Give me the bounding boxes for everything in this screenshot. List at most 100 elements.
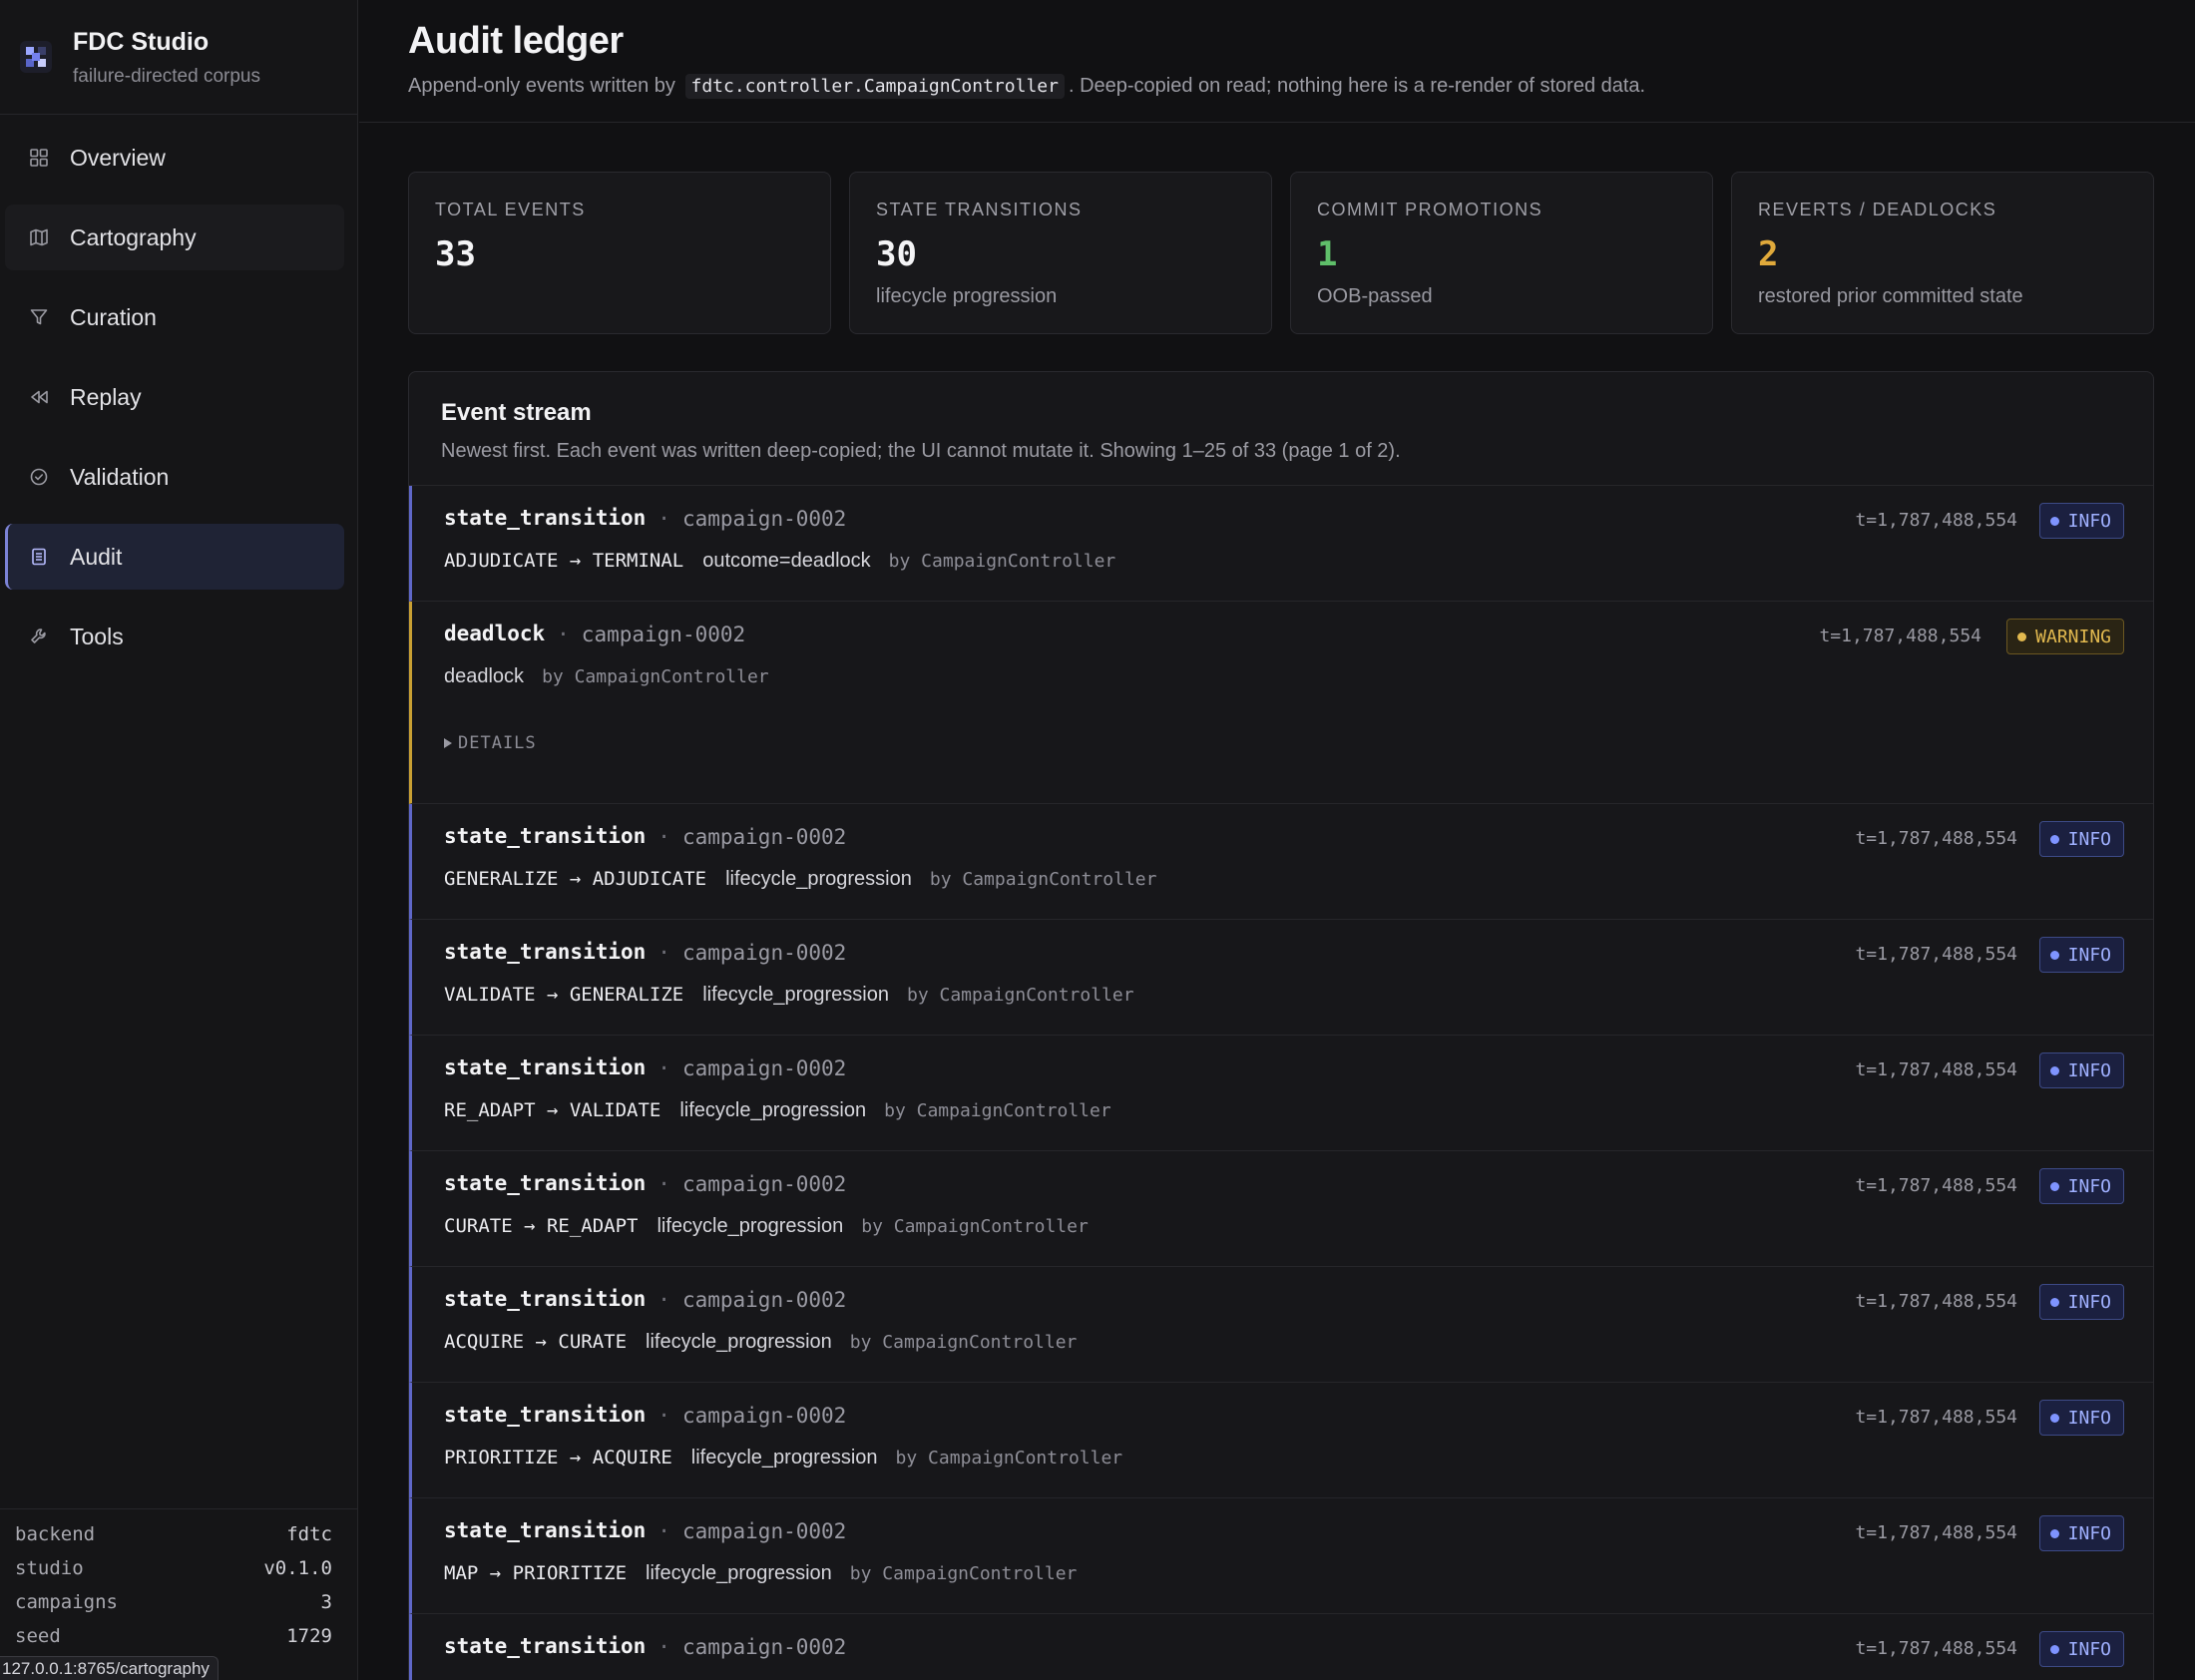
sidebar-item-label: Cartography — [70, 223, 197, 250]
event-campaign[interactable]: · campaign-0002 — [646, 825, 846, 849]
app-logo-icon — [20, 41, 52, 73]
level-badge: INFO — [2038, 821, 2124, 857]
event-actor: by CampaignController — [542, 666, 769, 687]
event-row[interactable]: state_transition · campaign-0002 t=1,787,48… — [409, 1151, 2153, 1267]
event-timestamp: t=1,787,488,554 — [1855, 1059, 2017, 1080]
level-label: INFO — [2067, 1638, 2111, 1660]
level-badge: INFO — [2038, 937, 2124, 973]
campaign-id: campaign-0002 — [681, 1519, 847, 1543]
event-timestamp: t=1,787,488,554 — [1855, 1407, 2017, 1428]
campaign-id: campaign-0002 — [681, 1056, 847, 1080]
wrench-icon — [28, 626, 50, 647]
stat-caption: lifecycle progression — [876, 285, 1058, 307]
sidebar-item-curation[interactable]: Curation — [5, 284, 344, 350]
event-actor: by CampaignController — [884, 1100, 1111, 1121]
event-type: state_transition — [444, 1403, 647, 1427]
event-row[interactable]: state_transition · campaign-0002 t=1,787,48… — [409, 804, 2153, 920]
event-row[interactable]: state_transition · campaign-0002 t=1,787,48… — [409, 486, 2153, 602]
sidebar-item-tools[interactable]: Tools — [5, 604, 344, 669]
event-reason: lifecycle_progression — [646, 1562, 832, 1584]
event-campaign[interactable]: · campaign-0002 — [646, 1056, 846, 1080]
event-detail-line: ACQUIRE → CURATE lifecycle_progression by … — [444, 1331, 1077, 1354]
event-actor: by CampaignController — [861, 1216, 1089, 1237]
level-label: INFO — [2067, 1059, 2111, 1081]
event-actor: by CampaignController — [929, 869, 1157, 890]
event-campaign[interactable]: · campaign-0002 — [646, 1635, 846, 1659]
event-campaign[interactable]: · campaign-0002 — [646, 1404, 846, 1428]
level-badge: INFO — [2038, 1400, 2124, 1436]
event-transition: PRIORITIZE → ACQUIRE — [444, 1447, 672, 1469]
event-row[interactable]: state_transition · campaign-0002 t=1,787,48… — [409, 1614, 2153, 1680]
footer-key: seed — [15, 1625, 61, 1647]
sidebar-item-label: Audit — [70, 543, 123, 570]
event-row[interactable]: state_transition · campaign-0002 t=1,787,48… — [409, 920, 2153, 1036]
event-stream-header: Event stream Newest first. Each event wa… — [409, 372, 2153, 486]
details-toggle[interactable]: DETAILS — [444, 733, 537, 753]
event-type: state_transition — [444, 1055, 647, 1079]
grid-icon — [28, 147, 50, 169]
event-actor: by CampaignController — [888, 551, 1116, 572]
event-row[interactable]: state_transition · campaign-0002 t=1,787,48… — [409, 1498, 2153, 1614]
event-reason: lifecycle_progression — [702, 984, 889, 1006]
sidebar-item-label: Replay — [70, 383, 142, 410]
campaign-id: campaign-0002 — [681, 1635, 847, 1659]
event-row[interactable]: state_transition · campaign-0002 t=1,787,48… — [409, 1036, 2153, 1151]
event-campaign[interactable]: · campaign-0002 — [545, 623, 745, 646]
event-campaign[interactable]: · campaign-0002 — [646, 941, 846, 965]
event-reason: lifecycle_progression — [657, 1215, 844, 1237]
campaign-id: campaign-0002 — [681, 1172, 847, 1196]
level-label: INFO — [2067, 828, 2111, 850]
page-header: Audit ledger Append-only events written … — [359, 0, 2195, 123]
sidebar-item-label: Curation — [70, 303, 157, 330]
campaign-id: campaign-0002 — [681, 1404, 847, 1428]
status-dot-icon — [2049, 1413, 2059, 1423]
status-dot-icon — [2049, 1644, 2059, 1654]
stat-label: REVERTS / DEADLOCKS — [1758, 200, 1997, 219]
event-reason: lifecycle_progression — [646, 1331, 832, 1353]
event-stream-description: Newest first. Each event was written dee… — [441, 440, 1401, 462]
event-actor: by CampaignController — [849, 1563, 1078, 1584]
event-campaign[interactable]: · campaign-0002 — [646, 1172, 846, 1196]
event-transition: RE_ADAPT → VALIDATE — [444, 1099, 661, 1121]
event-campaign[interactable]: · campaign-0002 — [646, 507, 846, 531]
event-detail-line: GENERALIZE → ADJUDICATE lifecycle_progres… — [444, 868, 1156, 891]
event-transition: MAP → PRIORITIZE — [444, 1562, 628, 1584]
stat-value: 1 — [1317, 234, 1338, 274]
caret-right-icon — [444, 738, 452, 748]
sidebar-item-validation[interactable]: Validation — [5, 444, 344, 510]
event-campaign[interactable]: · campaign-0002 — [646, 1519, 846, 1543]
rewind-icon — [28, 386, 50, 408]
stat-label: COMMIT PROMOTIONS — [1317, 200, 1543, 219]
event-timestamp: t=1,787,488,554 — [1855, 1522, 2017, 1543]
event-actor: by CampaignController — [849, 1332, 1078, 1353]
sidebar-footer: backend fdtc studio v0.1.0 campaigns 3 seed 172… — [0, 1508, 358, 1680]
event-row[interactable]: state_transition · campaign-0002 t=1,787,48… — [409, 1267, 2153, 1383]
event-campaign[interactable]: · campaign-0002 — [646, 1288, 846, 1312]
brand: FDC Studio failure-directed corpus — [0, 0, 357, 115]
event-detail-line: ADJUDICATE → TERMINAL outcome=deadlock by … — [444, 550, 1115, 573]
event-transition: CURATE → RE_ADAPT — [444, 1215, 639, 1237]
stat-value: 30 — [876, 234, 917, 274]
campaign-id: campaign-0002 — [681, 825, 847, 849]
event-timestamp: t=1,787,488,554 — [1855, 944, 2017, 965]
level-label: INFO — [2067, 944, 2111, 966]
stat-label: TOTAL EVENTS — [435, 200, 586, 219]
sidebar-item-audit[interactable]: Audit — [5, 524, 344, 590]
event-stream-title: Event stream — [441, 399, 592, 426]
status-dot-icon — [2049, 950, 2059, 960]
sidebar-item-replay[interactable]: Replay — [5, 364, 344, 430]
sidebar-item-overview[interactable]: Overview — [5, 125, 344, 191]
status-dot-icon — [2049, 1528, 2059, 1538]
campaign-id: campaign-0002 — [681, 1288, 847, 1312]
event-row[interactable]: deadlock · campaign-0002 t=1,787,488,554 WAR… — [409, 602, 2153, 804]
event-row[interactable]: state_transition · campaign-0002 t=1,787,48… — [409, 1383, 2153, 1498]
page-description: Append-only events written by fdtc.contr… — [408, 74, 1645, 99]
page-title: Audit ledger — [408, 20, 624, 62]
event-detail-line: RE_ADAPT → VALIDATE lifecycle_progression… — [444, 1099, 1111, 1122]
event-reason: lifecycle_progression — [690, 1447, 878, 1469]
level-badge: INFO — [2038, 1168, 2124, 1204]
sidebar-item-cartography[interactable]: Cartography — [5, 205, 344, 270]
check-circle-icon — [28, 466, 50, 488]
event-transition: GENERALIZE → ADJUDICATE — [444, 868, 707, 890]
footer-value: 3 — [320, 1591, 332, 1613]
